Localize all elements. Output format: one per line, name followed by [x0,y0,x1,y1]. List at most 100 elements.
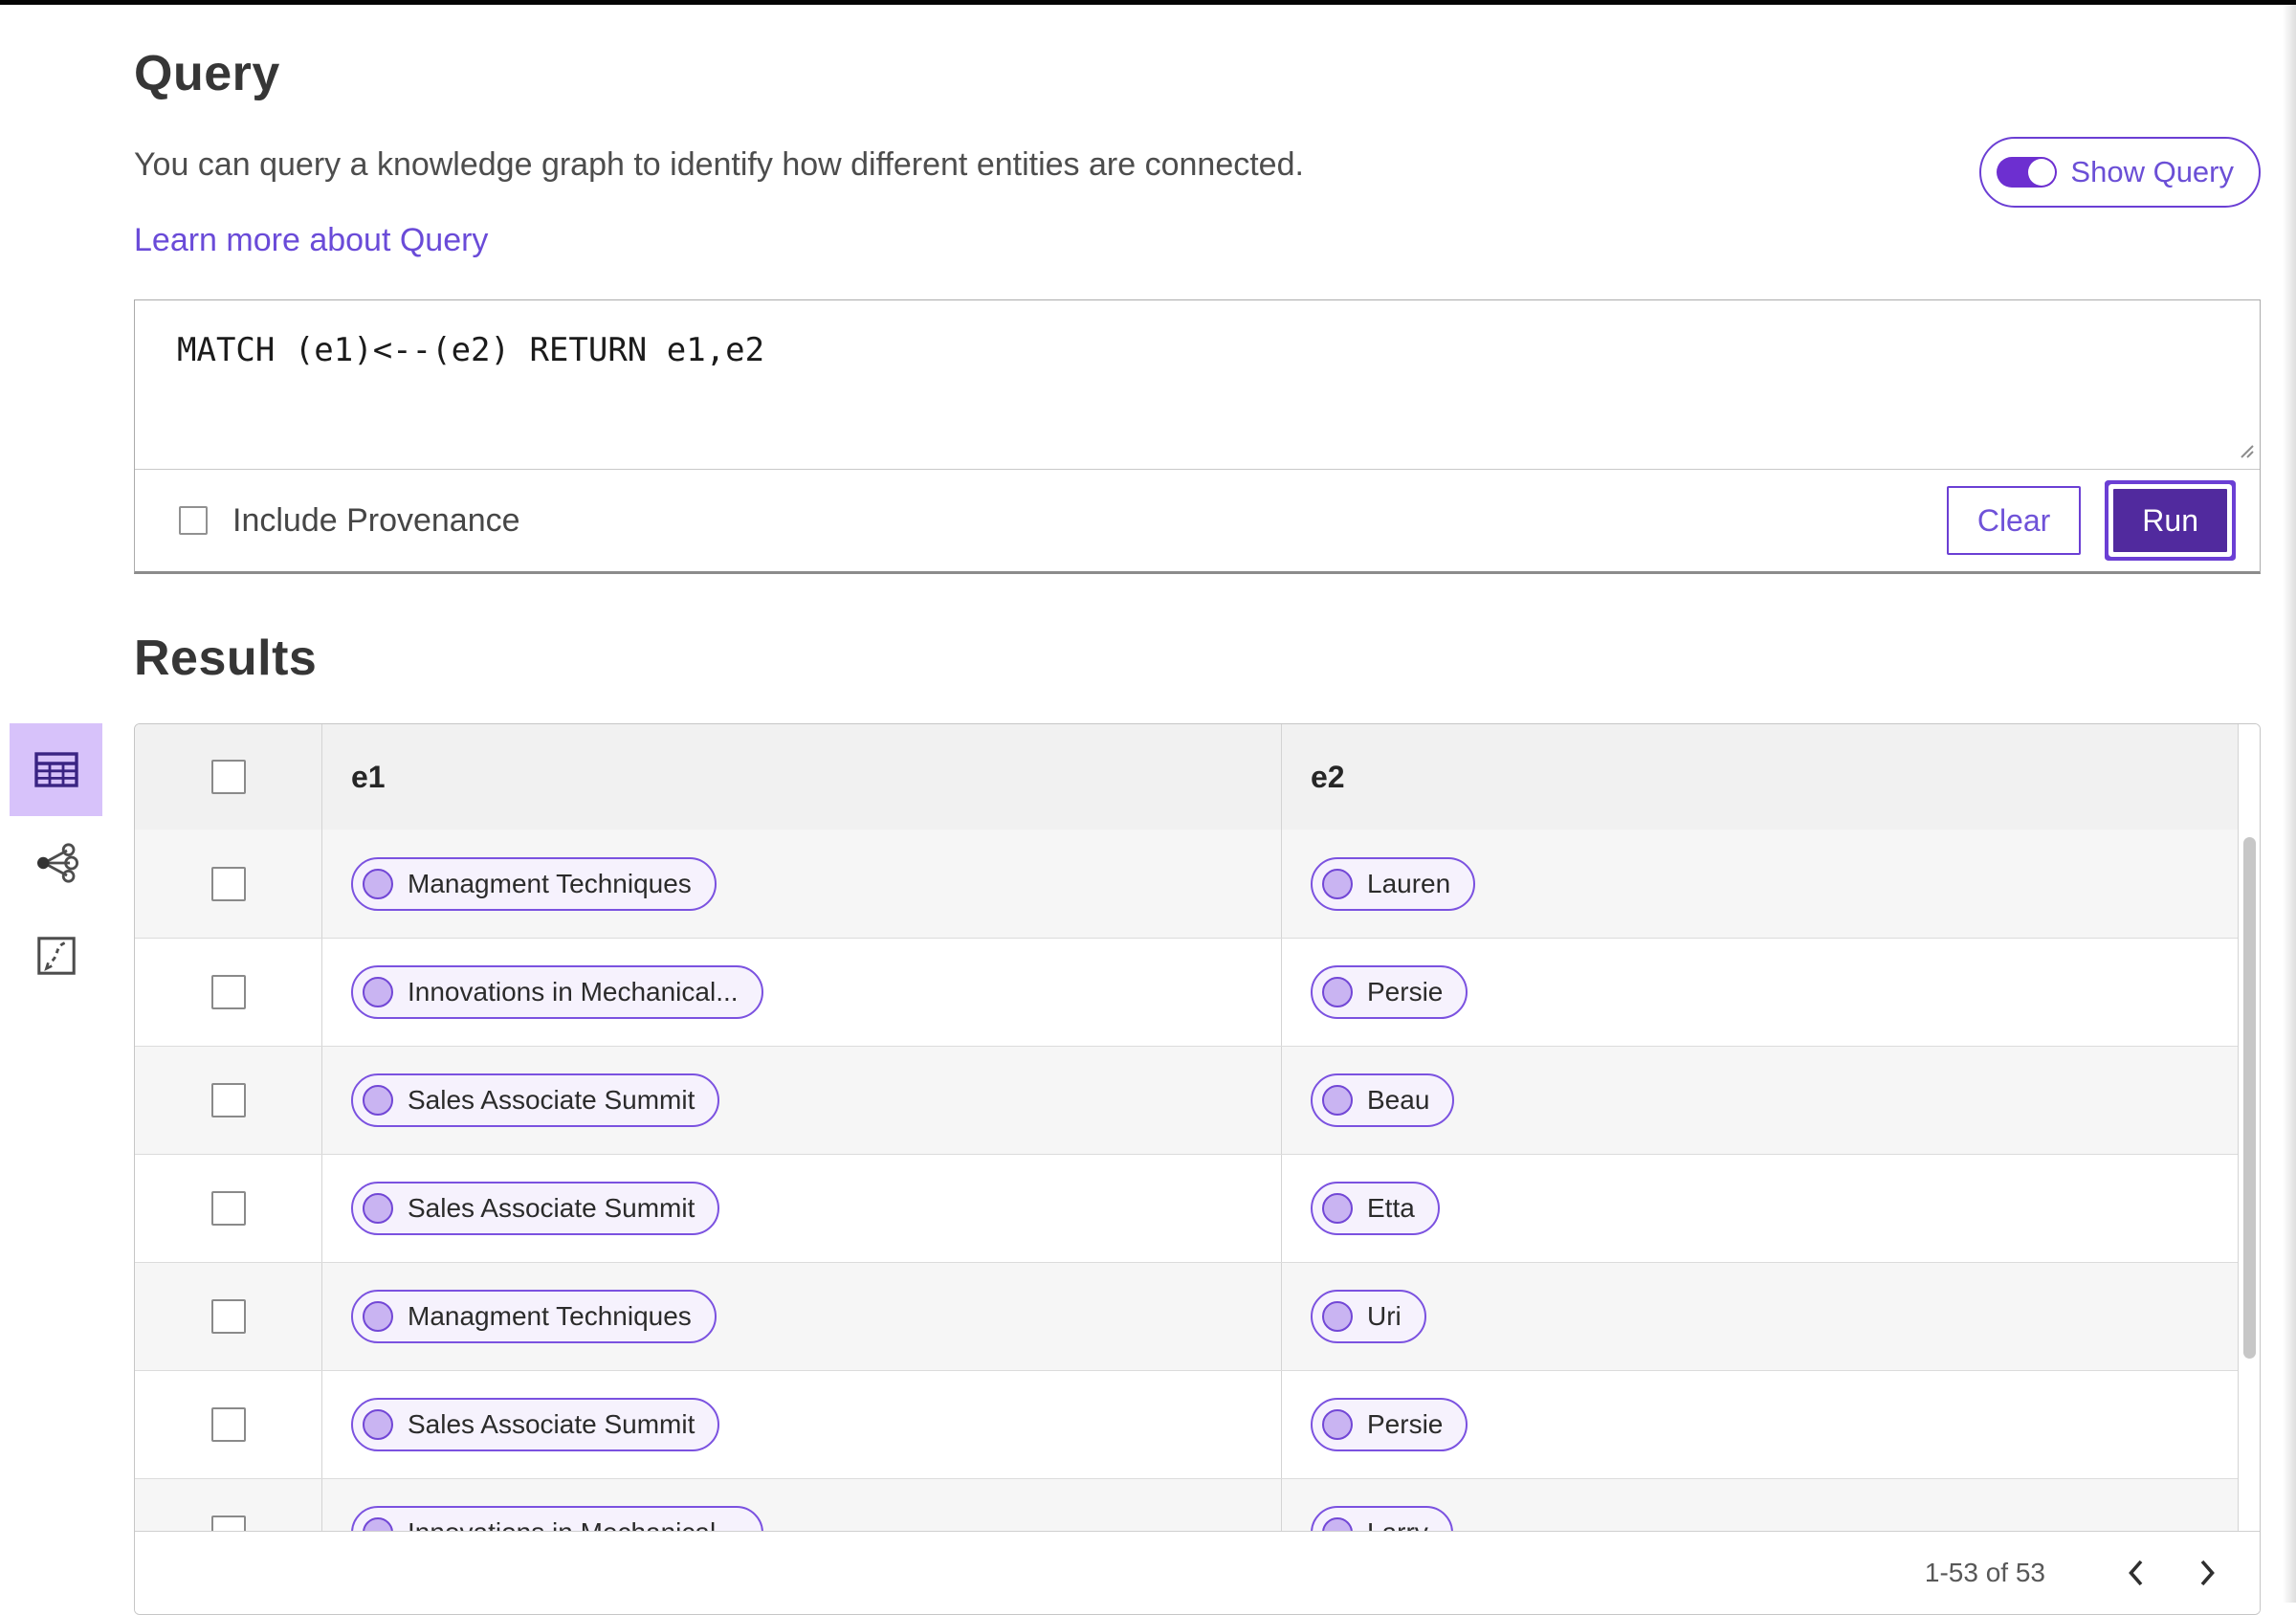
table-row: Managment Techniques Lauren [135,830,2260,938]
entity-pill[interactable]: Persie [1311,965,1468,1019]
entity-dot-icon [363,1193,393,1224]
query-editor-value[interactable]: MATCH (e1)<--(e2) RETURN e1,e2 [135,300,2260,369]
row-checkbox[interactable] [210,1515,246,1531]
network-icon [36,842,78,883]
entity-label: Managment Techniques [408,1301,692,1331]
row-checkbox[interactable] [210,866,246,901]
entity-dot-icon [1322,1409,1353,1440]
table-scrollbar-thumb[interactable] [2243,837,2256,1359]
entity-label: Sales Associate Summit [408,1193,695,1223]
table-view-button[interactable] [10,723,102,816]
entity-dot-icon [363,1409,393,1440]
entity-pill[interactable]: Sales Associate Summit [351,1398,720,1451]
row-checkbox[interactable] [210,1191,246,1226]
pagination-bar: 1-53 of 53 [135,1531,2260,1614]
entity-pill[interactable]: Sales Associate Summit [351,1182,720,1235]
column-header-e1: e1 [351,759,386,794]
entity-dot-icon [1322,1517,1353,1531]
entity-pill[interactable]: Etta [1311,1182,1440,1235]
query-intro-text: You can query a knowledge graph to ident… [134,141,1304,259]
learn-more-link[interactable]: Learn more about Query [134,222,488,259]
entity-label: Persie [1367,1409,1444,1439]
table-row: Sales Associate Summit Etta [135,1154,2260,1262]
query-section-title: Query [134,46,280,101]
view-switcher-rail [10,723,102,1002]
show-query-toggle[interactable]: Show Query [1979,137,2261,208]
row-checkbox[interactable] [210,975,246,1009]
show-query-label: Show Query [2070,155,2234,188]
previous-page-button[interactable] [2108,1546,2162,1600]
entity-dot-icon [363,1301,393,1332]
table-scroll-region: e1 e2 Managment Techniques Lauren Innova… [135,724,2260,1531]
graph-view-button[interactable] [10,816,102,909]
query-panel: MATCH (e1)<--(e2) RETURN e1,e2 Include P… [134,299,2261,574]
entity-label: Persie [1367,977,1444,1007]
pagination-range-label: 1-53 of 53 [1924,1558,2045,1587]
select-all-checkbox[interactable] [210,760,246,794]
table-icon [33,751,78,787]
entity-dot-icon [363,977,393,1007]
next-page-button[interactable] [2181,1546,2235,1600]
entity-label: Sales Associate Summit [408,1085,695,1115]
entity-dot-icon [1322,1301,1353,1332]
entity-pill[interactable]: Innovations in Mechanical... [351,1506,763,1531]
expand-icon [36,936,76,975]
entity-label: Etta [1367,1193,1415,1223]
expand-view-button[interactable] [10,909,102,1002]
entity-dot-icon [1322,977,1353,1007]
entity-pill[interactable]: Uri [1311,1290,1426,1343]
entity-dot-icon [1322,1193,1353,1224]
table-row: Managment Techniques Uri [135,1262,2260,1370]
table-row: Sales Associate Summit Persie [135,1370,2260,1478]
entity-label: Larry [1367,1517,1428,1531]
entity-pill[interactable]: Persie [1311,1398,1468,1451]
query-buttons: Clear Run [1946,486,2237,555]
query-editor[interactable]: MATCH (e1)<--(e2) RETURN e1,e2 [135,300,2260,469]
table-row: Innovations in Mechanical... Larry [135,1478,2260,1531]
entity-pill[interactable]: Beau [1311,1073,1455,1127]
results-table: e1 e2 Managment Techniques Lauren Innova… [134,723,2261,1615]
entity-label: Sales Associate Summit [408,1409,695,1439]
entity-pill[interactable]: Innovations in Mechanical... [351,965,763,1019]
entity-dot-icon [363,1085,393,1116]
entity-pill[interactable]: Larry [1311,1506,1453,1531]
column-header-e2: e2 [1311,759,1345,794]
entity-pill[interactable]: Managment Techniques [351,856,717,911]
include-provenance-checkbox[interactable]: Include Provenance [179,502,520,540]
query-panel-footer: Include Provenance Clear Run [135,469,2260,571]
toggle-switch-icon[interactable] [1997,157,2058,188]
entity-dot-icon [363,868,393,899]
table-row: Sales Associate Summit Beau [135,1046,2260,1154]
entity-dot-icon [1322,1085,1353,1116]
chevron-left-icon [2129,1560,2143,1586]
clear-button[interactable]: Clear [1946,486,2082,555]
row-checkbox[interactable] [210,1083,246,1117]
row-checkbox[interactable] [210,1299,246,1334]
toggle-knob [2028,159,2056,186]
row-checkbox[interactable] [210,1407,246,1442]
query-description: You can query a knowledge graph to ident… [134,146,1304,183]
entity-dot-icon [1322,868,1353,899]
entity-dot-icon [363,1517,393,1531]
query-intro-row: You can query a knowledge graph to ident… [134,137,2261,259]
table-body: Managment Techniques Lauren Innovations … [135,830,2260,1531]
entity-label: Uri [1367,1301,1402,1331]
entity-pill[interactable]: Managment Techniques [351,1290,717,1343]
table-row: Innovations in Mechanical... Persie [135,938,2260,1046]
entity-pill[interactable]: Sales Associate Summit [351,1073,720,1127]
entity-label: Innovations in Mechanical... [408,1517,739,1531]
include-provenance-label: Include Provenance [232,501,520,539]
chevron-right-icon [2200,1560,2215,1586]
results-area: e1 e2 Managment Techniques Lauren Innova… [10,723,2261,1615]
entity-pill[interactable]: Lauren [1311,856,1476,911]
resize-handle-icon[interactable] [2236,440,2255,464]
page: Query You can query a knowledge graph to… [0,5,2296,1615]
results-section-title: Results [134,631,318,686]
table-header-row: e1 e2 [135,724,2260,830]
checkbox-icon[interactable] [179,506,208,535]
entity-label: Beau [1367,1085,1430,1115]
run-button[interactable]: Run [2113,489,2227,552]
entity-label: Innovations in Mechanical... [408,977,739,1007]
entity-label: Managment Techniques [408,868,692,898]
entity-label: Lauren [1367,868,1451,898]
